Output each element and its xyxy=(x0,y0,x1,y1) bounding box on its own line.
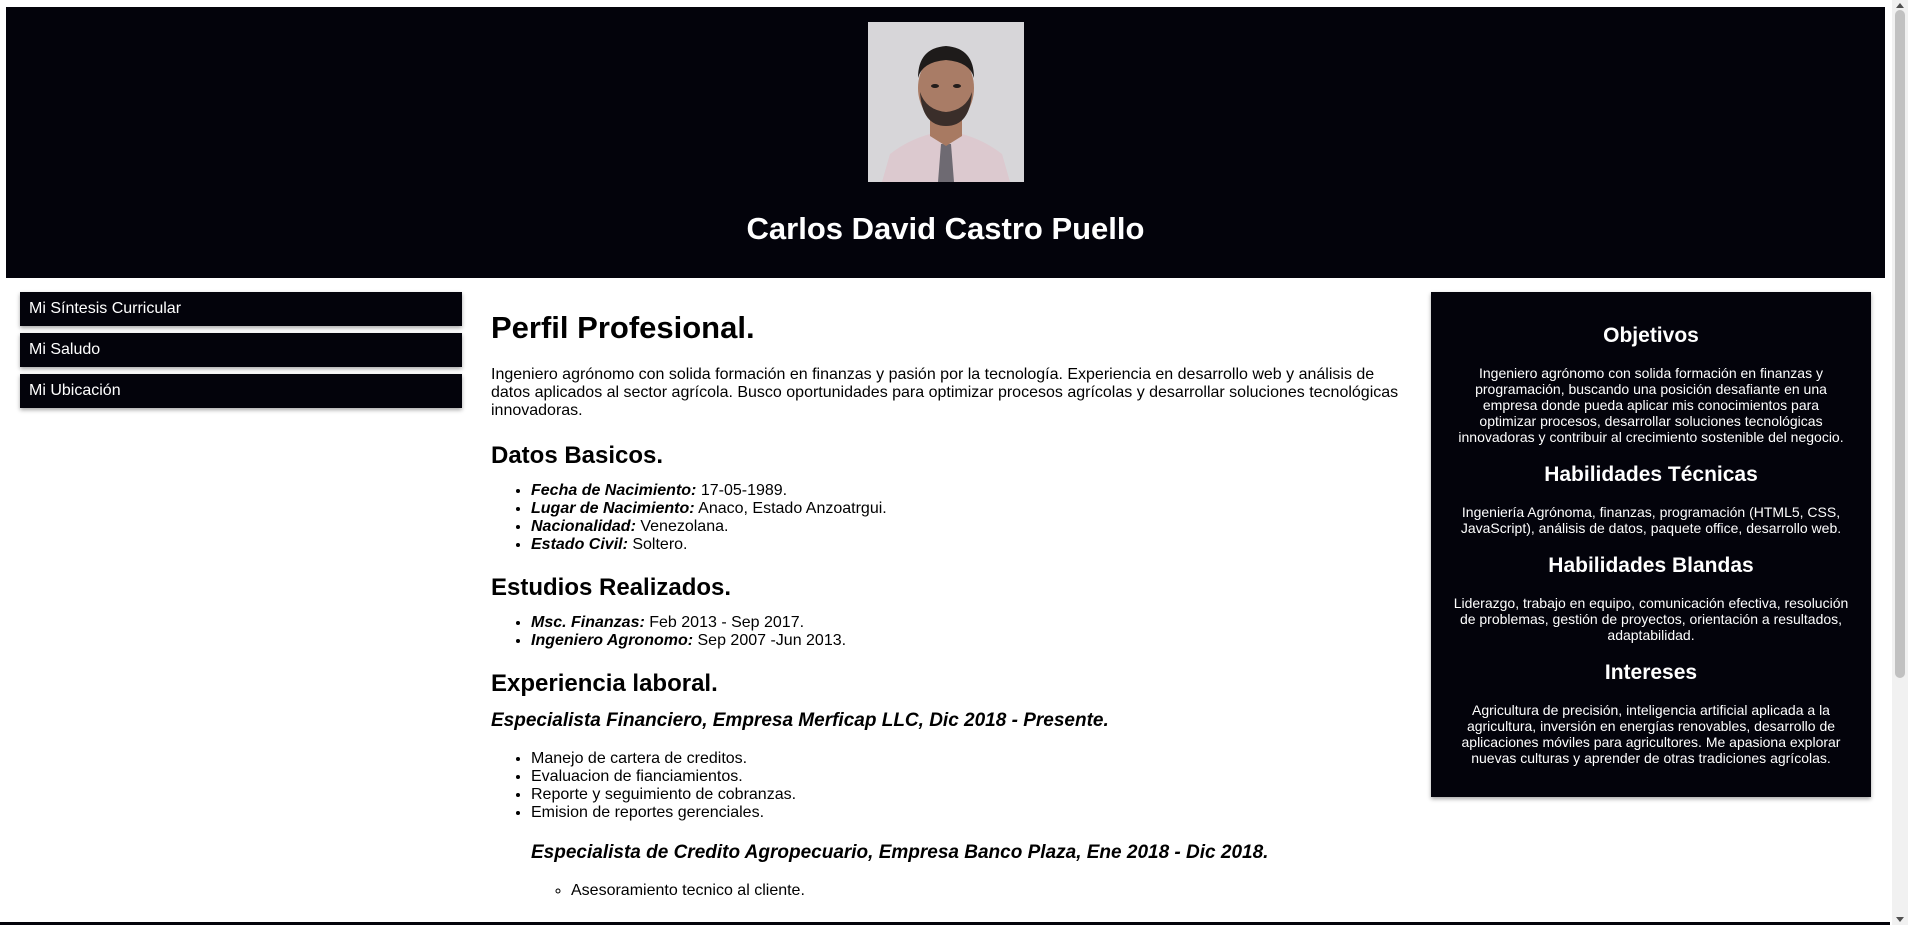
avatar xyxy=(868,22,1024,182)
studies-value: Feb 2013 - Sep 2017. xyxy=(644,614,805,631)
job-tasks-list: Manejo de cartera de creditos. Evaluacio… xyxy=(491,750,1403,822)
basics-label: Fecha de Nacimiento: xyxy=(531,482,697,499)
studies-label: Ingeniero Agronomo: xyxy=(531,632,694,649)
page: Carlos David Castro Puello Mi Síntesis C… xyxy=(0,0,1890,925)
studies-heading: Estudios Realizados. xyxy=(491,574,732,601)
soft-skills-text: Liderazgo, trabajo en equipo, comunicaci… xyxy=(1453,595,1849,643)
list-item: Manejo de cartera de creditos. xyxy=(531,750,1403,768)
job-block: Especialista de Credito Agropecuario, Em… xyxy=(491,842,1403,900)
job-title: Especialista de Credito Agropecuario, Em… xyxy=(531,842,1269,863)
basics-heading: Datos Basicos. xyxy=(491,442,664,469)
job-title: Especialista Financiero, Empresa Merfica… xyxy=(491,710,1109,731)
profile-text: Ingeniero agrónomo con solida formación … xyxy=(491,366,1399,419)
list-item: Estado Civil: Soltero. xyxy=(531,536,1403,554)
basics-value: 17-05-1989. xyxy=(696,482,788,499)
list-item: Nacionalidad: Venezolana. xyxy=(531,518,1403,536)
interests-heading: Intereses xyxy=(1604,661,1698,684)
soft-skills-heading: Habilidades Blandas xyxy=(1548,554,1754,577)
studies-label: Msc. Finanzas: xyxy=(531,614,645,631)
nav-item-saludo[interactable]: Mi Saludo xyxy=(20,333,462,367)
basics-label: Nacionalidad: xyxy=(531,518,636,535)
studies-value: Sep 2007 -Jun 2013. xyxy=(693,632,847,649)
header: Carlos David Castro Puello xyxy=(6,7,1885,278)
basics-list: Fecha de Nacimiento: 17-05-1989. Lugar d… xyxy=(491,482,1403,554)
basics-label: Estado Civil: xyxy=(531,536,628,553)
scroll-up-icon[interactable] xyxy=(1896,3,1904,8)
basics-value: Soltero. xyxy=(627,536,688,553)
list-item: Lugar de Nacimiento: Anaco, Estado Anzoa… xyxy=(531,500,1403,518)
profile-heading: Perfil Profesional. xyxy=(491,310,755,345)
list-item: Fecha de Nacimiento: 17-05-1989. xyxy=(531,482,1403,500)
main-content: Perfil Profesional. Ingeniero agrónomo c… xyxy=(491,310,1403,920)
vertical-scrollbar[interactable] xyxy=(1892,0,1908,925)
tech-skills-heading: Habilidades Técnicas xyxy=(1544,463,1758,486)
nav-item-sintesis-curricular[interactable]: Mi Síntesis Curricular xyxy=(20,292,462,326)
sidebar-nav: Mi Síntesis Curricular Mi Saludo Mi Ubic… xyxy=(20,292,462,415)
list-item: Reporte y seguimiento de cobranzas. xyxy=(531,786,1403,804)
basics-value: Venezolana. xyxy=(635,518,729,535)
job-tasks-list: Asesoramiento tecnico al cliente. xyxy=(531,882,1403,900)
objectives-heading: Objetivos xyxy=(1603,324,1699,347)
nav-item-ubicacion[interactable]: Mi Ubicación xyxy=(20,374,462,408)
scroll-down-icon[interactable] xyxy=(1896,917,1904,922)
studies-list: Msc. Finanzas: Feb 2013 - Sep 2017. Inge… xyxy=(491,614,1403,650)
list-item: Emision de reportes gerenciales. xyxy=(531,804,1403,822)
list-item: Msc. Finanzas: Feb 2013 - Sep 2017. xyxy=(531,614,1403,632)
list-item: Evaluacion de fianciamientos. xyxy=(531,768,1403,786)
page-title: Carlos David Castro Puello xyxy=(746,211,1145,246)
objectives-text: Ingeniero agrónomo con solida formación … xyxy=(1458,365,1844,445)
list-item: Ingeniero Agronomo: Sep 2007 -Jun 2013. xyxy=(531,632,1403,650)
interests-text: Agricultura de precisión, inteligencia a… xyxy=(1461,702,1841,766)
profile-photo xyxy=(868,22,1024,182)
sidebar-summary: Objetivos Ingeniero agrónomo con solida … xyxy=(1431,292,1871,797)
scroll-thumb[interactable] xyxy=(1895,10,1905,678)
basics-label: Lugar de Nacimiento: xyxy=(531,500,695,517)
list-item: Asesoramiento tecnico al cliente. xyxy=(571,882,1403,900)
tech-skills-text: Ingeniería Agrónoma, finanzas, programac… xyxy=(1460,504,1842,536)
basics-value: Anaco, Estado Anzoatrgui. xyxy=(694,500,887,517)
experience-heading: Experiencia laboral. xyxy=(491,670,718,697)
